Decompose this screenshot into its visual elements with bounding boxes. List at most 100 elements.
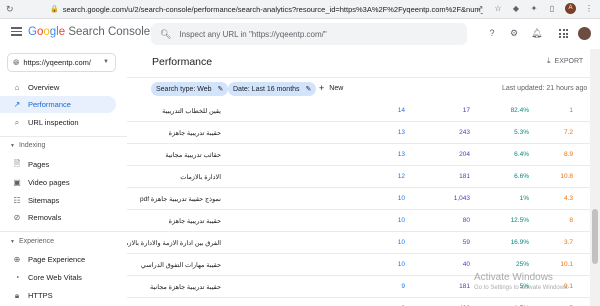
date-filter-chip[interactable]: Date: Last 16 months ✎	[228, 82, 317, 96]
sidebar-item-pages[interactable]: 🗎︎ Pages	[0, 156, 116, 173]
position-cell: 3.7	[563, 239, 573, 246]
sidebar-item-page-experience[interactable]: ⊕ Page Experience	[0, 251, 116, 268]
address-field[interactable]: search.google.com/u/2/search-console/per…	[63, 5, 483, 14]
impressions-cell: 40	[462, 261, 470, 268]
divider	[127, 77, 600, 78]
search-input[interactable]: Inspect any URL in "https://yqeentp.com/…	[179, 30, 326, 39]
users-settings-icon[interactable]: ⚙	[509, 28, 519, 39]
profile-avatar[interactable]: A	[565, 3, 576, 14]
sidebar-item-sitemaps[interactable]: ☷ Sitemaps	[0, 192, 116, 209]
ctr-cell: 6.4%	[514, 151, 529, 158]
clicks-cell: 10	[397, 195, 405, 202]
impressions-cell: 1,043	[453, 195, 470, 202]
impressions-cell: 181	[459, 173, 470, 180]
search-icon: ⌕	[14, 117, 20, 127]
reload-icon[interactable]: ↻	[6, 4, 16, 15]
menu-icon[interactable]	[11, 27, 22, 36]
query-cell: نموذج حقيبة تدريبية جاهزة pdf	[140, 196, 221, 203]
clicks-cell: 10	[397, 261, 405, 268]
section-experience[interactable]: ▼ Experience	[10, 238, 54, 245]
ctr-cell: 82.4%	[510, 107, 529, 114]
divider	[0, 136, 127, 137]
clicks-cell: 10	[397, 239, 405, 246]
last-updated-text: Last updated: 21 hours ago	[502, 85, 588, 92]
search-type-filter-chip[interactable]: Search type: Web ✎	[151, 82, 229, 96]
position-cell: 10.1	[560, 261, 573, 268]
sidebar: 🌐︎ https://yqeentp.com/ ▼ ⌂ Overview ↗ P…	[0, 49, 127, 306]
table-row[interactable]: يقين للخطاب التدريبية 14 17 82.4% 1	[127, 100, 595, 122]
query-cell: حقيبة تدريبية جاهزة مجانية	[149, 284, 221, 291]
sidebar-item-performance[interactable]: ↗ Performance	[0, 96, 116, 113]
divider	[0, 231, 127, 232]
ctr-cell: 6.6%	[514, 173, 529, 180]
edit-pencil-icon: ✎	[305, 86, 312, 93]
account-avatar[interactable]	[578, 27, 591, 40]
extensions-icon[interactable]: ✦	[529, 3, 539, 14]
position-cell: 8.9	[563, 151, 573, 158]
sitemap-icon: ☷	[13, 196, 21, 205]
chevron-down-icon: ▼	[103, 59, 109, 65]
browser-url-bar: ↻ 🔒 search.google.com/u/2/search-console…	[0, 0, 600, 19]
impressions-cell: 59	[462, 239, 470, 246]
video-icon: ▣	[13, 178, 21, 187]
trending-up-icon: ↗	[13, 100, 21, 109]
activate-windows-title: Activate Windows	[474, 272, 553, 283]
position-cell: 10.8	[560, 173, 573, 180]
clicks-cell: 12	[397, 173, 405, 180]
ctr-cell: 5.3%	[514, 129, 529, 136]
position-cell: 4.3	[563, 195, 573, 202]
table-row[interactable]: حقيبة تدريبية جاهزة عن تطوير الذات مجاني…	[127, 298, 595, 306]
removals-icon: ⊘	[13, 213, 21, 222]
sidepanel-icon[interactable]: ▯	[547, 3, 557, 14]
lock-icon[interactable]: 🔒	[50, 5, 59, 13]
home-icon: ⌂	[14, 83, 20, 92]
export-button[interactable]: ⤓ EXPORT	[547, 56, 583, 66]
lock-icon: 🔒︎	[14, 290, 20, 300]
bookmark-star-icon[interactable]: ☆	[493, 3, 503, 14]
clicks-cell: 9	[401, 283, 405, 290]
query-cell: يقين للخطاب التدريبية	[162, 108, 221, 115]
browser-menu-icon[interactable]: ⋮	[584, 3, 594, 14]
impressions-cell: 204	[459, 151, 470, 158]
notifications-bell-icon[interactable]: 🔔︎	[531, 28, 542, 39]
sidebar-item-https[interactable]: 🔒︎ HTTPS	[0, 287, 116, 304]
query-cell: حقائب تدريبية مجانية	[165, 152, 221, 159]
table-row[interactable]: نموذج حقيبة تدريبية جاهزة pdf 10 1,043 1% 4.…	[127, 188, 595, 210]
collapse-arrow-icon: ▼	[10, 238, 15, 245]
sidebar-item-overview[interactable]: ⌂ Overview	[0, 79, 116, 96]
sidebar-item-url-inspection[interactable]: ⌕ URL inspection	[0, 114, 116, 131]
page-title: Performance	[152, 56, 213, 68]
url-inspection-search-bar[interactable]: 🔍︎ Inspect any URL in "https://yqeentp.c…	[151, 23, 467, 45]
scrollbar-thumb[interactable]	[592, 209, 598, 264]
clicks-cell: 13	[397, 151, 405, 158]
property-selector[interactable]: 🌐︎ https://yqeentp.com/ ▼	[7, 53, 116, 72]
table-row[interactable]: الفرق بين ادارة الازمة والادارة بالازمة 1…	[127, 232, 595, 254]
page-scrollbar[interactable]	[590, 49, 600, 306]
search-console-logo[interactable]: Google Search Console	[28, 26, 150, 38]
sidebar-item-removals[interactable]: ⊘ Removals	[0, 209, 116, 226]
impressions-cell: 181	[459, 283, 470, 290]
query-cell: الفرق بين ادارة الازمة والادارة بالازمة	[127, 240, 221, 247]
table-row[interactable]: حقيبة تدريبية جاهزة 13 243 5.3% 7.2	[127, 122, 595, 144]
page-experience-icon: ⊕	[13, 255, 21, 264]
section-indexing[interactable]: ▼ Indexing	[10, 142, 45, 149]
query-cell: حقيبة مهارات التفوق الدراسي	[140, 262, 221, 269]
sidebar-item-video-pages[interactable]: ▣ Video pages	[0, 174, 116, 191]
speed-icon: ◔	[14, 273, 20, 282]
logo-product-name: Search Console	[68, 26, 151, 38]
position-cell: 7.2	[563, 129, 573, 136]
clicks-cell: 14	[397, 107, 405, 114]
table-row[interactable]: الادارة بالازمات 12 181 6.6% 10.8	[127, 166, 595, 188]
sidebar-item-core-web-vitals[interactable]: ◔ Core Web Vitals	[0, 269, 116, 286]
table-row[interactable]: حقائب تدريبية مجانية 13 204 6.4% 8.9	[127, 144, 595, 166]
app-header: Google Search Console 🔍︎ Inspect any URL…	[0, 19, 600, 49]
impressions-cell: 17	[462, 107, 470, 114]
help-icon[interactable]: ?	[487, 28, 497, 39]
google-apps-icon[interactable]	[559, 29, 568, 38]
new-filter-button[interactable]: + New	[319, 83, 343, 93]
clicks-cell: 13	[397, 129, 405, 136]
extension-shield-icon[interactable]: ◆	[511, 3, 521, 14]
share-icon[interactable]: ↗	[475, 3, 485, 14]
impressions-cell: 80	[462, 217, 470, 224]
table-row[interactable]: حقيبة تدريبية جاهزة 10 80 12.5% 8	[127, 210, 595, 232]
